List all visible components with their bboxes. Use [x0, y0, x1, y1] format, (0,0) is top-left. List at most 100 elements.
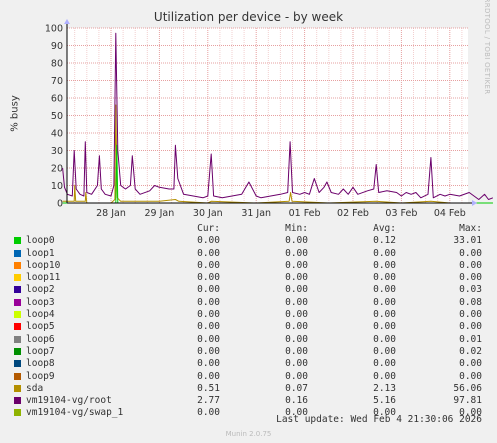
y-tick-label: 70: [51, 76, 63, 87]
legend-max-value: 0.00: [459, 272, 482, 284]
x-tick-label: 04 Feb: [434, 208, 466, 219]
legend-cur-value: 0.00: [197, 321, 220, 333]
legend-row: sda 0.51 0.07 2.13 56.06: [12, 383, 490, 395]
legend-max-value: 56.06: [453, 382, 482, 394]
legend-min-value: 0.16: [285, 395, 308, 407]
legend-row: loop9 0.00 0.00 0.00 0.00: [12, 371, 490, 383]
legend-header: Cur: Min: Avg: Max:: [12, 223, 490, 235]
legend-swatch: [14, 323, 21, 331]
legend-row: loop3 0.00 0.00 0.00 0.08: [12, 297, 490, 309]
x-tick-label: 30 Jan: [193, 208, 223, 219]
legend-avg-value: 0.00: [373, 309, 396, 321]
y-tick-label: 20: [51, 164, 63, 175]
legend-swatch: [14, 261, 21, 269]
legend-series-name: loop0: [26, 235, 55, 247]
x-tick-label: 03 Feb: [385, 208, 417, 219]
legend-series-name: loop2: [26, 284, 55, 296]
legend-min-value: 0.00: [285, 247, 308, 259]
legend-cur-value: 0.00: [197, 259, 220, 271]
legend-swatch: [14, 237, 21, 245]
y-tick-label: 90: [51, 41, 63, 52]
last-update: Last update: Wed Feb 4 21:30:06 2026: [276, 414, 482, 425]
legend-row: loop4 0.00 0.00 0.00 0.00: [12, 309, 490, 321]
legend-avg-value: 0.00: [373, 358, 396, 370]
legend-series-name: loop6: [26, 333, 55, 345]
legend-max-value: 0.00: [459, 309, 482, 321]
legend-max-value: 0.00: [459, 247, 482, 259]
legend-min-value: 0.00: [285, 296, 308, 308]
legend-series-name: loop3: [26, 296, 55, 308]
legend-cur-value: 2.77: [197, 395, 220, 407]
legend-cur-value: 0.00: [197, 284, 220, 296]
header-min: Min:: [285, 223, 308, 234]
legend-series-name: vm19104-vg/root: [26, 395, 112, 407]
legend-cur-value: 0.00: [197, 309, 220, 321]
legend-min-value: 0.00: [285, 235, 308, 247]
legend-row: loop8 0.00 0.00 0.00 0.00: [12, 358, 490, 370]
y-tick-label: 30: [51, 146, 63, 157]
legend-avg-value: 0.00: [373, 296, 396, 308]
legend-cur-value: 0.51: [197, 382, 220, 394]
legend-avg-value: 0.00: [373, 370, 396, 382]
legend-avg-value: 0.12: [373, 235, 396, 247]
x-tick-label: 02 Feb: [337, 208, 369, 219]
x-tick-label: 28 Jan: [96, 208, 126, 219]
legend-avg-value: 0.00: [373, 345, 396, 357]
legend-min-value: 0.00: [285, 272, 308, 284]
y-tick-label: 40: [51, 129, 63, 140]
legend-cur-value: 0.00: [197, 333, 220, 345]
legend-swatch: [14, 347, 21, 355]
legend-series-name: loop4: [26, 309, 55, 321]
legend-min-value: 0.07: [285, 382, 308, 394]
y-tick-label: 80: [51, 59, 63, 70]
legend-series-name: loop11: [26, 272, 61, 284]
legend-row: loop11 0.00 0.00 0.00 0.00: [12, 272, 490, 284]
legend-cur-value: 0.00: [197, 235, 220, 247]
legend-series-name: loop1: [26, 247, 55, 259]
legend-row: loop7 0.00 0.00 0.00 0.02: [12, 346, 490, 358]
legend-avg-value: 2.13: [373, 382, 396, 394]
legend-avg-value: 0.00: [373, 272, 396, 284]
legend-avg-value: 0.00: [373, 247, 396, 259]
legend-swatch: [14, 249, 21, 257]
legend-cur-value: 0.00: [197, 370, 220, 382]
legend-max-value: 0.00: [459, 321, 482, 333]
legend-cur-value: 0.00: [197, 358, 220, 370]
legend-max-value: 0.00: [459, 370, 482, 382]
legend-row: vm19104-vg/root 2.77 0.16 5.16 97.81: [12, 395, 490, 407]
legend-avg-value: 5.16: [373, 395, 396, 407]
y-tick-label: 60: [51, 94, 63, 105]
legend-swatch: [14, 372, 21, 380]
legend-swatch: [14, 286, 21, 294]
legend-series-name: loop9: [26, 370, 55, 382]
x-tick-label: 31 Jan: [241, 208, 271, 219]
legend-swatch: [14, 384, 21, 392]
legend-min-value: 0.00: [285, 321, 308, 333]
x-tick-label: 01 Feb: [289, 208, 321, 219]
legend-swatch: [14, 274, 21, 282]
legend-min-value: 0.00: [285, 284, 308, 296]
legend-row: loop6 0.00 0.00 0.00 0.01: [12, 334, 490, 346]
legend-avg-value: 0.00: [373, 333, 396, 345]
legend-series-name: loop7: [26, 345, 55, 357]
legend-avg-value: 0.00: [373, 321, 396, 333]
y-tick-label: 100: [45, 24, 63, 35]
legend-series-name: loop5: [26, 321, 55, 333]
y-tick-label: 0: [57, 199, 63, 210]
legend-max-value: 0.00: [459, 358, 482, 370]
header-max: Max:: [459, 223, 482, 234]
legend-swatch: [14, 397, 21, 405]
legend-min-value: 0.00: [285, 358, 308, 370]
legend-row: loop1 0.00 0.00 0.00 0.00: [12, 248, 490, 260]
munin-version: Munin 2.0.75: [225, 430, 272, 438]
legend-swatch: [14, 298, 21, 306]
legend-row: loop2 0.00 0.00 0.00 0.03: [12, 284, 490, 296]
x-axis-arrow: [472, 200, 477, 206]
legend-cur-value: 0.00: [197, 247, 220, 259]
y-tick-label: 10: [51, 181, 63, 192]
legend-min-value: 0.00: [285, 259, 308, 271]
legend-cur-value: 0.00: [197, 296, 220, 308]
legend-min-value: 0.00: [285, 345, 308, 357]
legend-avg-value: 0.00: [373, 284, 396, 296]
legend-min-value: 0.00: [285, 333, 308, 345]
